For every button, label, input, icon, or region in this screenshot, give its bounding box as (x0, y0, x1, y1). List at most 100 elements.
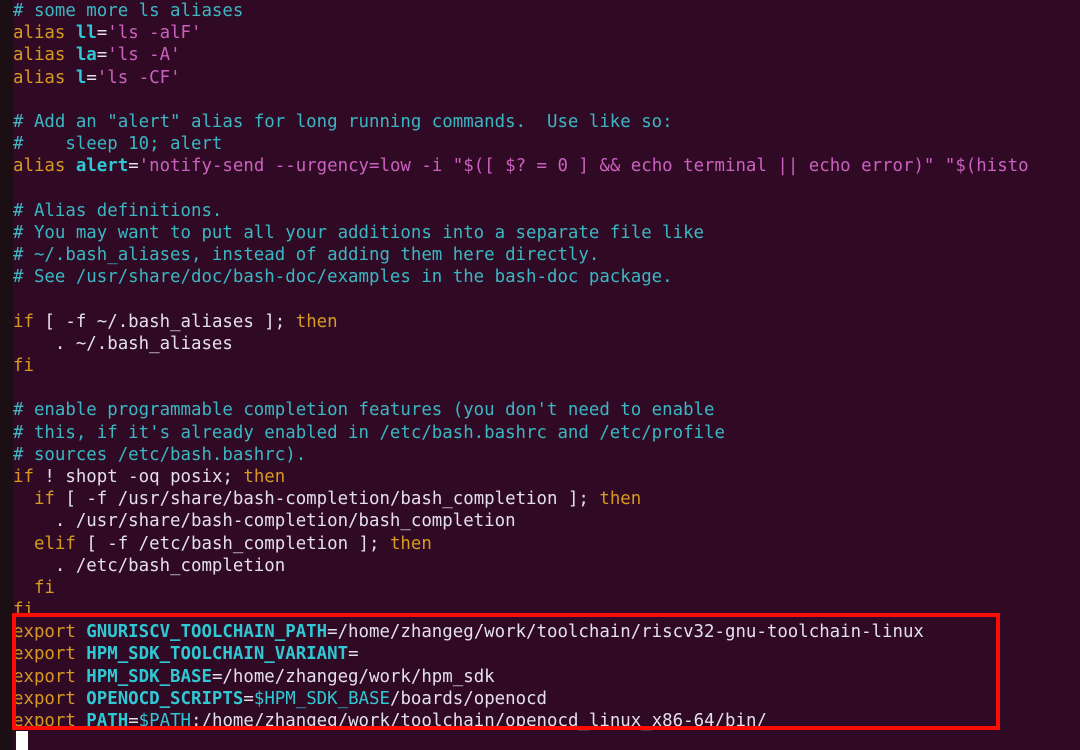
code-token-plain: = (243, 688, 254, 709)
code-token-comment: # Alias definitions. (13, 200, 223, 221)
code-token-keyword: elif (33, 533, 76, 554)
terminal-line: # some more ls aliases (13, 0, 1080, 22)
code-token-plain: = (128, 156, 139, 177)
code-token-comment: # See /usr/share/doc/bash-doc/examples i… (13, 267, 673, 288)
code-token-keyword: alias (13, 23, 76, 44)
code-token-var: ll (75, 23, 97, 44)
code-token-comment: # ~/.bash_aliases, instead of adding the… (13, 245, 600, 266)
terminal-line: alias la='ls -A' (13, 44, 1080, 66)
code-token-keyword: export (13, 622, 87, 643)
code-token-keyword: export (13, 688, 87, 709)
terminal-line: alias alert='notify-send --urgency=low -… (13, 155, 1080, 177)
code-token-comment: # this, if it's already enabled in /etc/… (13, 422, 725, 443)
terminal-text-area[interactable]: # some more ls aliases alias ll='ls -alF'… (13, 0, 1080, 750)
code-token-keyword: if (13, 311, 34, 332)
code-token-keyword: then (243, 466, 286, 487)
code-token-var: l (75, 67, 87, 88)
code-token-plain: . /etc/bash_completion (13, 555, 286, 576)
code-token-string: 'ls -CF' (96, 67, 181, 88)
code-token-comment: # sources /etc/bash.bashrc). (13, 444, 307, 465)
code-token-keyword: then (295, 311, 338, 332)
code-token-keyword: fi (33, 577, 55, 598)
code-token-comment: # sleep 10; alert (13, 134, 223, 155)
code-token-keyword: then (389, 533, 432, 554)
terminal-block-cursor (16, 731, 28, 750)
terminal-line: # sources /etc/bash.bashrc). (13, 444, 1080, 466)
code-token-comment: # some more ls aliases (13, 1, 244, 21)
code-token-keyword: export (13, 666, 87, 687)
code-token-var: GNURISCV_TOOLCHAIN_PATH (86, 622, 328, 643)
terminal-line: fi (13, 577, 1080, 599)
code-token-plain: /boards/openocd (389, 688, 548, 709)
code-token-plain: [ -f /usr/share/bash-completion/bash_com… (54, 489, 600, 510)
code-token-plain: = (96, 45, 108, 66)
code-token-plain: = (86, 67, 97, 88)
code-token-plain: . ~/.bash_aliases (13, 333, 233, 354)
code-token-var: HPM_SDK_BASE (86, 666, 212, 687)
code-token-var: PATH (86, 711, 129, 731)
code-token-keyword: fi (13, 600, 34, 621)
terminal-line: # Alias definitions. (13, 200, 1080, 222)
code-token-keyword: fi (13, 356, 34, 376)
terminal-line: export HPM_SDK_BASE=/home/zhangeg/work/h… (13, 666, 1080, 688)
code-token-var: HPM_SDK_TOOLCHAIN_VARIANT (86, 644, 349, 665)
terminal-line: # Add an "alert" alias for long running … (13, 111, 1080, 133)
terminal-line: . ~/.bash_aliases (13, 333, 1080, 355)
code-token-keyword: if (13, 466, 34, 487)
terminal-line: . /usr/share/bash-completion/bash_comple… (13, 510, 1080, 532)
terminal-line: # See /usr/share/doc/bash-doc/examples i… (13, 266, 1080, 288)
terminal-left-gutter (0, 0, 13, 750)
code-token-string: 'ls -alF' (107, 23, 202, 44)
code-token-plain: =/home/zhangeg/work/hpm_sdk (211, 666, 495, 687)
terminal-line: fi (13, 599, 1080, 621)
code-token-var: OPENOCD_SCRIPTS (86, 688, 244, 709)
code-token-keyword: then (599, 489, 642, 510)
code-token-plain: = (348, 644, 359, 665)
code-token-plain: . /usr/share/bash-completion/bash_comple… (13, 511, 516, 532)
code-token-comment: # You may want to put all your additions… (13, 222, 705, 243)
terminal-line: # enable programmable completion feature… (13, 399, 1080, 421)
code-token-plain: [ -f /etc/bash_completion ]; (75, 533, 390, 554)
code-token-plain: [ -f ~/.bash_aliases ]; (33, 311, 296, 332)
code-token-plain: =/home/zhangeg/work/toolchain/riscv32-gn… (327, 622, 924, 643)
code-token-var: alert (75, 156, 129, 177)
code-token-comment: # enable programmable completion feature… (13, 400, 715, 421)
terminal-window[interactable]: # some more ls aliases alias ll='ls -alF'… (0, 0, 1080, 750)
terminal-line: # sleep 10; alert (13, 133, 1080, 155)
code-token-keyword: alias (13, 156, 76, 177)
code-token-varplain: $PATH (138, 711, 192, 731)
code-token-plain: = (96, 23, 108, 44)
terminal-line: # this, if it's already enabled in /etc/… (13, 422, 1080, 444)
terminal-line: elif [ -f /etc/bash_completion ]; then (13, 533, 1080, 555)
terminal-line: export GNURISCV_TOOLCHAIN_PATH=/home/zha… (13, 621, 1080, 643)
terminal-line: . /etc/bash_completion (13, 555, 1080, 577)
code-token-keyword: alias (13, 67, 76, 88)
code-token-plain: = (128, 711, 139, 731)
code-token-string: 'notify-send --urgency=low -i "$([ $? = … (138, 156, 1029, 177)
code-token-var: la (75, 45, 97, 66)
code-token-keyword: export (13, 644, 87, 665)
terminal-line: # You may want to put all your additions… (13, 222, 1080, 244)
code-token-keyword: alias (13, 45, 76, 66)
terminal-line: export PATH=$PATH:/home/zhangeg/work/too… (13, 710, 1080, 732)
terminal-line: if [ -f ~/.bash_aliases ]; then (13, 311, 1080, 333)
terminal-line: if ! shopt -oq posix; then (13, 466, 1080, 488)
terminal-line: # ~/.bash_aliases, instead of adding the… (13, 244, 1080, 266)
code-token-comment: # Add an "alert" alias for long running … (13, 111, 673, 132)
code-token-plain: :/home/zhangeg/work/toolchain/openocd_li… (191, 711, 767, 731)
terminal-line: export HPM_SDK_TOOLCHAIN_VARIANT= (13, 643, 1080, 665)
terminal-line: fi (13, 355, 1080, 377)
terminal-line: alias l='ls -CF' (13, 67, 1080, 89)
code-token-keyword: export (13, 711, 87, 731)
code-token-plain: ! shopt -oq posix; (33, 466, 244, 487)
terminal-line: if [ -f /usr/share/bash-completion/bash_… (13, 488, 1080, 510)
code-token-varplain: $HPM_SDK_BASE (253, 688, 390, 709)
